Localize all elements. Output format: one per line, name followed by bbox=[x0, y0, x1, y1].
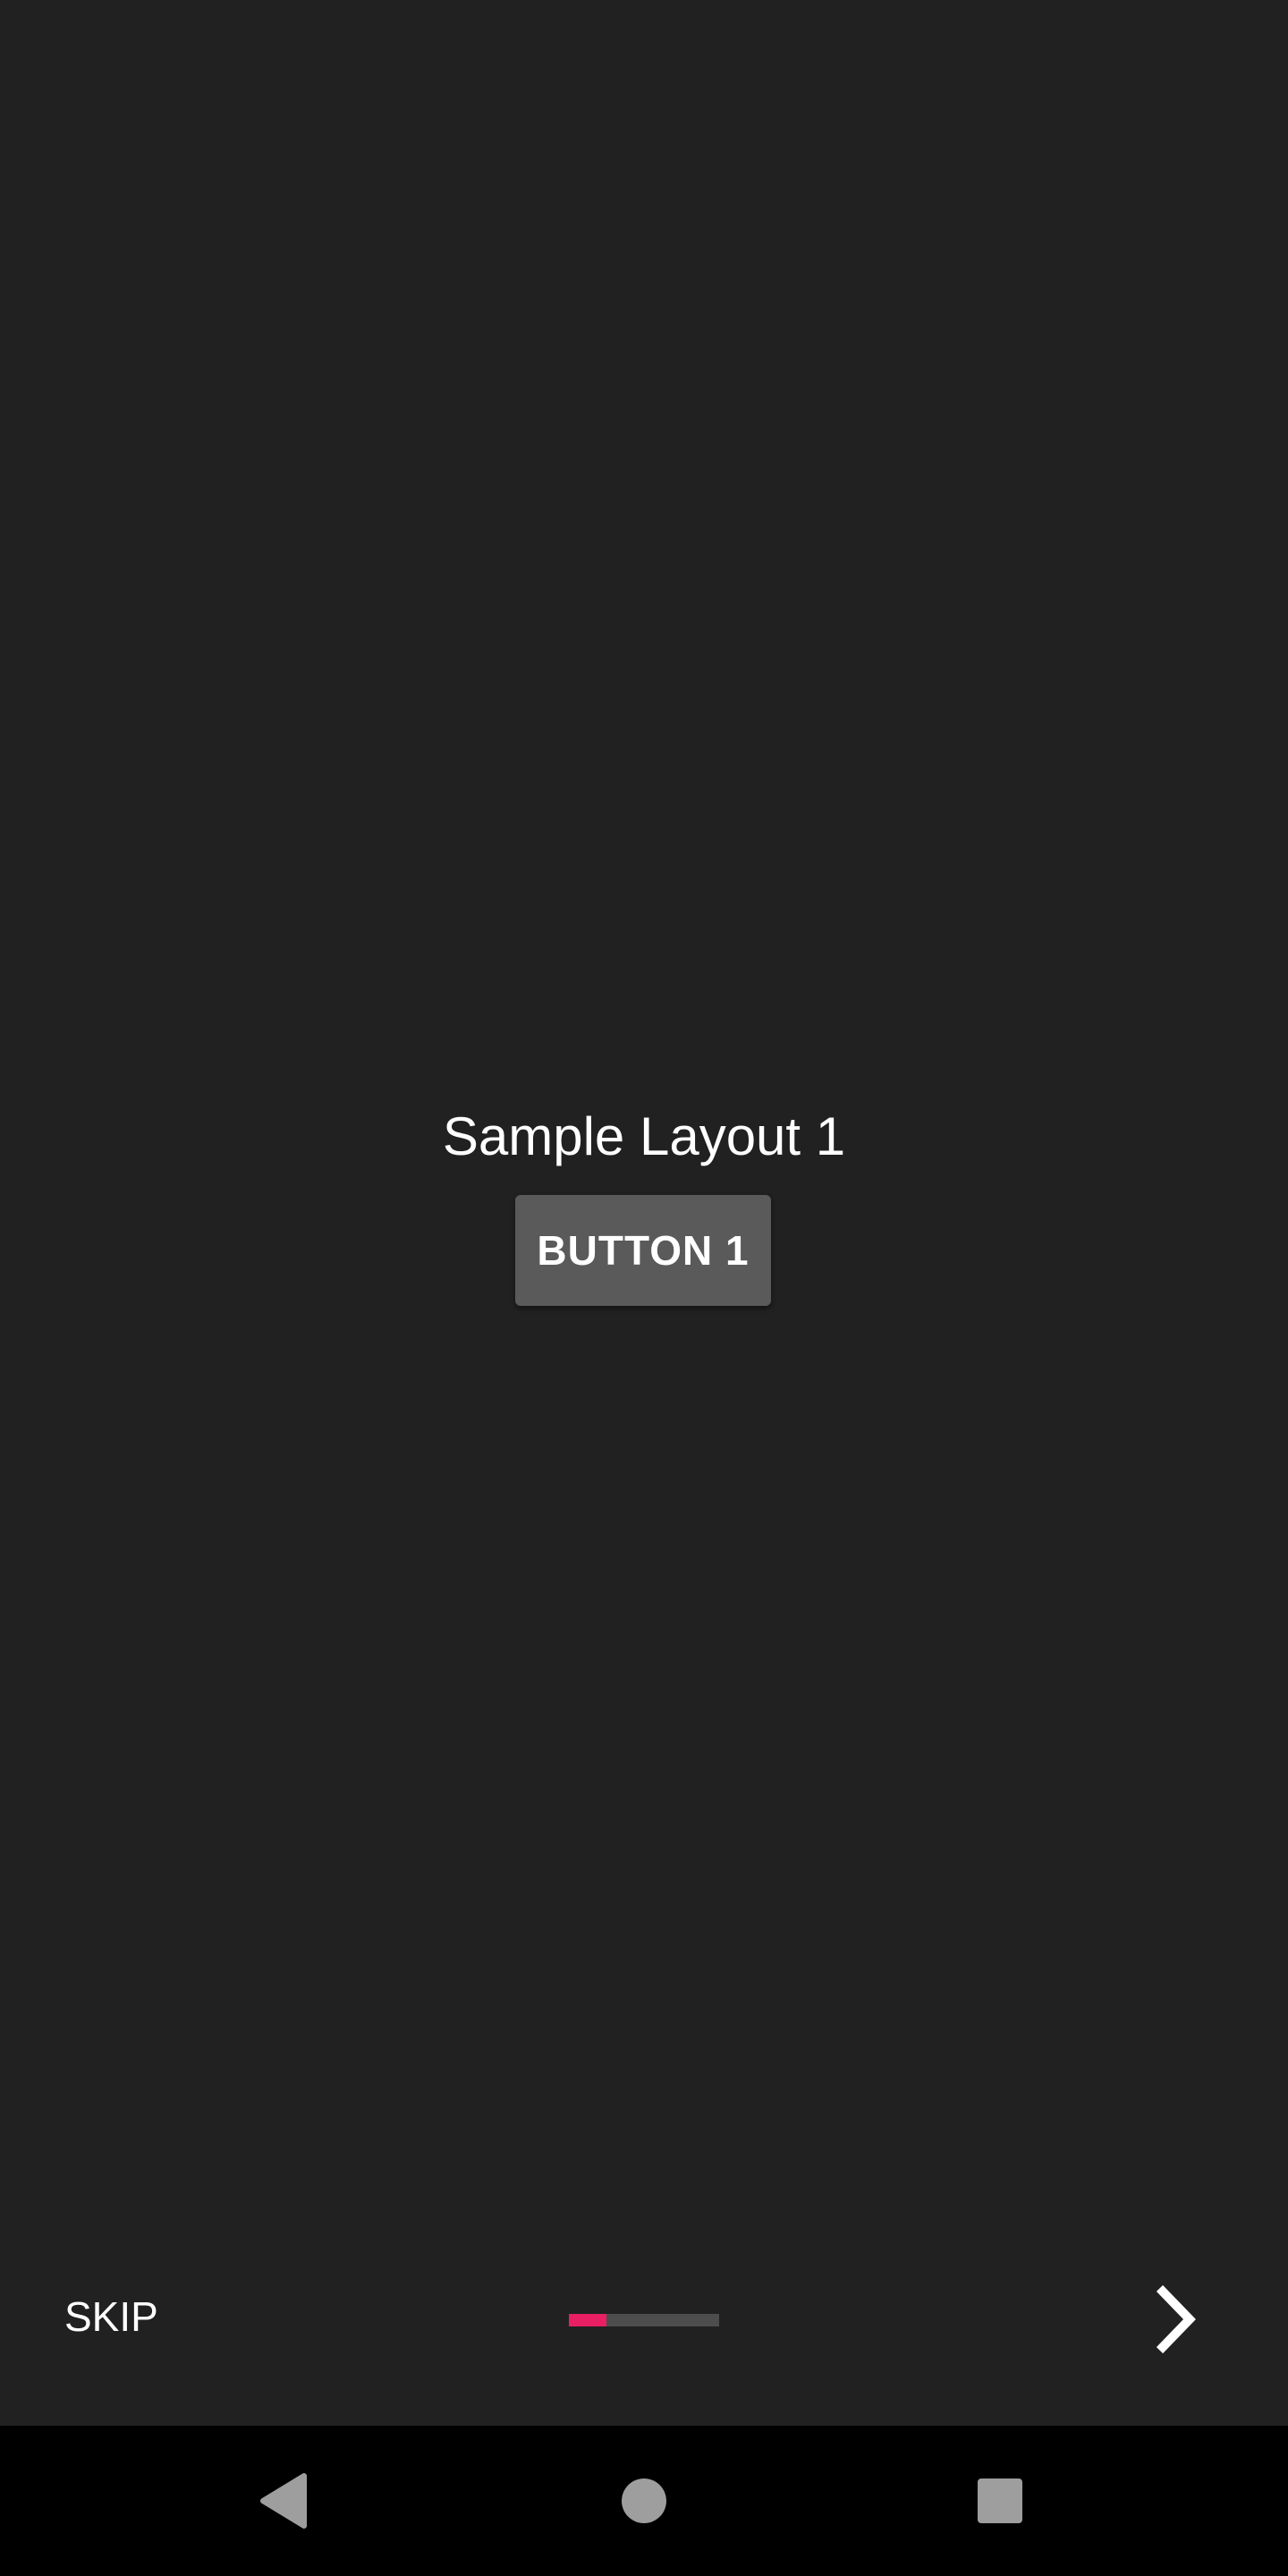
recents-button[interactable] bbox=[952, 2453, 1048, 2549]
progress-fill bbox=[569, 2314, 606, 2326]
recents-square-icon bbox=[978, 2479, 1022, 2523]
next-button[interactable] bbox=[1145, 2281, 1209, 2358]
home-button[interactable] bbox=[596, 2453, 692, 2549]
system-navigation-bar bbox=[0, 2426, 1288, 2576]
slide-content: Sample Layout 1 BUTTON 1 bbox=[0, 0, 1288, 2426]
screen: Sample Layout 1 BUTTON 1 SKIP bbox=[0, 0, 1288, 2576]
skip-button[interactable]: SKIP bbox=[64, 2290, 158, 2343]
progress-indicator bbox=[569, 2314, 719, 2326]
home-circle-icon bbox=[622, 2479, 666, 2523]
chevron-right-icon bbox=[1156, 2284, 1196, 2354]
back-button[interactable] bbox=[236, 2453, 333, 2549]
onboarding-bar: SKIP bbox=[0, 2245, 1288, 2388]
back-triangle-icon bbox=[260, 2473, 307, 2529]
button-1[interactable]: BUTTON 1 bbox=[515, 1195, 771, 1306]
slide-title: Sample Layout 1 bbox=[442, 1106, 846, 1166]
